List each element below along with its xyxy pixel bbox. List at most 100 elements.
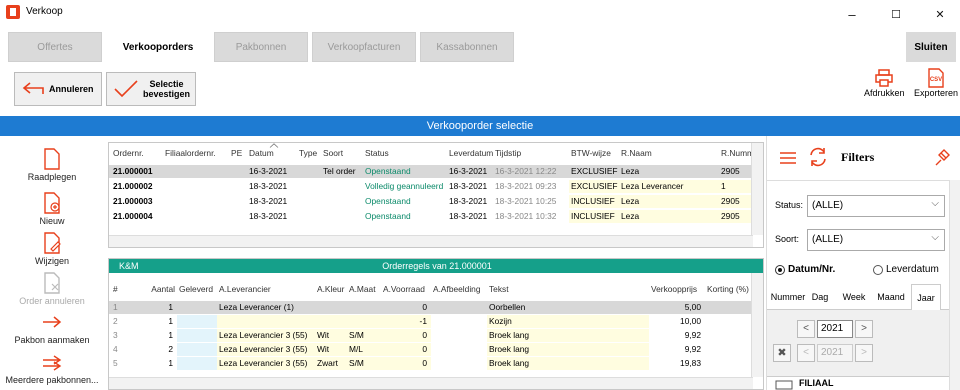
csv-badge: CSV bbox=[930, 77, 942, 83]
cell-aantal: 1 bbox=[168, 330, 173, 340]
radio-delivery-date[interactable]: Leverdatum bbox=[873, 264, 939, 275]
maximize-button[interactable]: ☐ bbox=[878, 2, 914, 26]
col-a-afbeelding[interactable]: A.Afbeelding bbox=[431, 283, 487, 296]
cell-a-kleur: Wit bbox=[315, 329, 347, 342]
radio-delivery-label: Leverdatum bbox=[886, 264, 939, 275]
print-button[interactable]: Afdrukken bbox=[864, 68, 905, 98]
year-next-button[interactable]: > bbox=[855, 320, 873, 338]
cell-a-kleur: Wit bbox=[315, 343, 347, 356]
col-a-kleur[interactable]: A.Kleur bbox=[315, 283, 347, 296]
col-btw-wijze[interactable]: BTW-wijze bbox=[569, 147, 619, 160]
table-row[interactable]: 21.000003 18-3-2021 Openstaand 18-3-2021… bbox=[109, 195, 753, 208]
action-new[interactable]: Nieuw bbox=[0, 192, 104, 226]
cell-aantal: 1 bbox=[168, 302, 173, 312]
col-line-number[interactable]: # bbox=[111, 283, 137, 296]
table-row[interactable]: 3 1 Leza Leverancier 3 (55) Wit S/M 0 Br… bbox=[109, 329, 753, 342]
col-geleverd[interactable]: Geleverd bbox=[177, 283, 217, 296]
pin-icon[interactable] bbox=[933, 148, 951, 168]
cell-ordernr: 21.000004 bbox=[113, 211, 153, 221]
orders-horizontal-scrollbar[interactable] bbox=[109, 235, 753, 247]
col-a-leverancier[interactable]: A.Leverancier bbox=[217, 283, 315, 296]
orders-vertical-scrollbar[interactable] bbox=[751, 143, 763, 235]
close-module-button[interactable]: Sluiten bbox=[906, 32, 956, 62]
cell-geleverd bbox=[177, 315, 217, 328]
action-cancel-order[interactable]: Order annuleren bbox=[0, 272, 104, 306]
tab-verkooporders[interactable]: Verkooporders bbox=[106, 32, 210, 62]
filter-panel-scrollbar[interactable] bbox=[949, 180, 960, 390]
cell-a-leverancier: Leza Leverancier 3 (55) bbox=[217, 343, 315, 356]
period-tab-maand[interactable]: Maand bbox=[873, 284, 909, 310]
confirm-label-line1: Selectie bbox=[149, 79, 184, 89]
cell-a-leverancier bbox=[217, 315, 381, 328]
section-title: Verkooporder selectie bbox=[0, 116, 960, 136]
document-icon bbox=[44, 148, 60, 170]
cell-verkoopprijs: 9,92 bbox=[684, 330, 701, 340]
soort-select[interactable]: (ALLE) bbox=[807, 228, 945, 251]
col-a-voorraad[interactable]: A.Voorraad bbox=[381, 283, 431, 296]
orderlines-horizontal-scrollbar[interactable] bbox=[109, 377, 753, 389]
period-tab-dag[interactable]: Dag bbox=[807, 284, 833, 310]
hamburger-menu-icon[interactable] bbox=[779, 150, 797, 166]
col-r-naam[interactable]: R.Naam bbox=[619, 147, 719, 160]
col-status[interactable]: Status bbox=[363, 147, 447, 160]
col-a-maat[interactable]: A.Maat bbox=[347, 283, 381, 296]
radio-unselected-icon bbox=[873, 264, 883, 275]
period-tab-week[interactable]: Week bbox=[839, 284, 869, 310]
table-row[interactable]: 2 1 -1 Kozijn 10,00 bbox=[109, 315, 753, 328]
status-label: Status: bbox=[775, 200, 804, 210]
col-pe[interactable]: PE bbox=[229, 147, 247, 160]
action-edit[interactable]: Wijzigen bbox=[0, 232, 104, 266]
radio-date-number[interactable]: Datum/Nr. bbox=[775, 264, 835, 275]
col-korting[interactable]: Korting (%) bbox=[705, 283, 753, 296]
cancel-button[interactable]: Annuleren bbox=[14, 72, 102, 106]
orders-grid: Ordernr. Filiaalordernr. PE Datum Type S… bbox=[108, 142, 764, 248]
export-button[interactable]: CSV Exporteren bbox=[914, 68, 958, 98]
col-tijdstip[interactable]: Tijdstip bbox=[493, 147, 569, 160]
col-type[interactable]: Type bbox=[297, 147, 319, 160]
status-select[interactable]: (ALLE) bbox=[807, 194, 945, 217]
tab-verkoopfacturen[interactable]: Verkoopfacturen bbox=[312, 32, 416, 62]
action-create-packing-slip[interactable]: Pakbon aanmaken bbox=[0, 314, 104, 345]
table-row[interactable]: 21.000004 18-3-2021 Openstaand 18-3-2021… bbox=[109, 210, 753, 223]
cell-a-leverancier: Leza Leverancier 3 (55) bbox=[217, 357, 315, 370]
year-input[interactable]: 2021 bbox=[817, 320, 853, 338]
confirm-selection-button[interactable]: Selectie bevestigen bbox=[106, 72, 196, 106]
year-prev-button[interactable]: < bbox=[797, 320, 815, 338]
action-view[interactable]: Raadplegen bbox=[0, 148, 104, 182]
col-datum[interactable]: Datum bbox=[247, 147, 297, 160]
table-row[interactable]: 4 2 Leza Leverancier 3 (55) Wit M/L 0 Br… bbox=[109, 343, 753, 356]
col-aantal[interactable]: Aantal bbox=[137, 283, 175, 296]
clear-year-button[interactable]: ✖ bbox=[773, 344, 791, 362]
period-tab-jaar[interactable]: Jaar bbox=[911, 284, 941, 310]
tab-pakbonnen[interactable]: Pakbonnen bbox=[214, 32, 308, 62]
col-leverdatum[interactable]: Leverdatum bbox=[447, 147, 493, 160]
table-row[interactable]: 21.000002 18-3-2021 Volledig geannuleerd… bbox=[109, 180, 753, 193]
table-row[interactable]: 21.000001 16-3-2021 Tel order Openstaand… bbox=[109, 165, 753, 178]
action-multiple-packing-slips[interactable]: Meerdere pakbonnen... bbox=[0, 354, 104, 385]
table-row[interactable]: 1 1 Leza Leverancer (1) 0 Oorbellen 5,00 bbox=[109, 301, 753, 314]
minimize-button[interactable]: – bbox=[834, 2, 870, 26]
cell-leverdatum: 18-3-2021 bbox=[449, 181, 488, 191]
table-row[interactable]: 5 1 Leza Leverancier 3 (55) Zwart S/M 0 … bbox=[109, 357, 753, 370]
col-tekst[interactable]: Tekst bbox=[487, 283, 649, 296]
orderlines-vertical-scrollbar[interactable] bbox=[751, 273, 763, 377]
col-verkoopprijs[interactable]: Verkoopprijs bbox=[649, 283, 705, 296]
period-tab-nummer[interactable]: Nummer bbox=[769, 284, 807, 310]
cell-a-voorraad: 0 bbox=[381, 329, 431, 342]
year2-next-button[interactable]: > bbox=[855, 344, 873, 362]
year2-prev-button[interactable]: < bbox=[797, 344, 815, 362]
cell-soort: Tel order bbox=[323, 166, 356, 176]
refresh-icon[interactable] bbox=[807, 146, 829, 168]
col-r-nummer[interactable]: R.Numm bbox=[719, 147, 753, 160]
col-filiaalordernr[interactable]: Filiaalordernr. bbox=[163, 147, 229, 160]
cell-status: Volledig geannuleerd bbox=[365, 181, 444, 191]
col-soort[interactable]: Soort bbox=[321, 147, 361, 160]
orderlines-title: Orderregels van 21.000001 bbox=[382, 261, 492, 271]
branch-filter-row[interactable]: FILIAAL bbox=[767, 376, 949, 390]
tab-offertes[interactable]: Offertes bbox=[8, 32, 102, 62]
tab-kassabonnen[interactable]: Kassabonnen bbox=[420, 32, 514, 62]
cell-ordernr: 21.000001 bbox=[113, 166, 153, 176]
col-ordernr[interactable]: Ordernr. bbox=[111, 147, 163, 160]
close-window-button[interactable]: ✕ bbox=[922, 2, 958, 26]
arrow-right-icon bbox=[43, 316, 62, 328]
